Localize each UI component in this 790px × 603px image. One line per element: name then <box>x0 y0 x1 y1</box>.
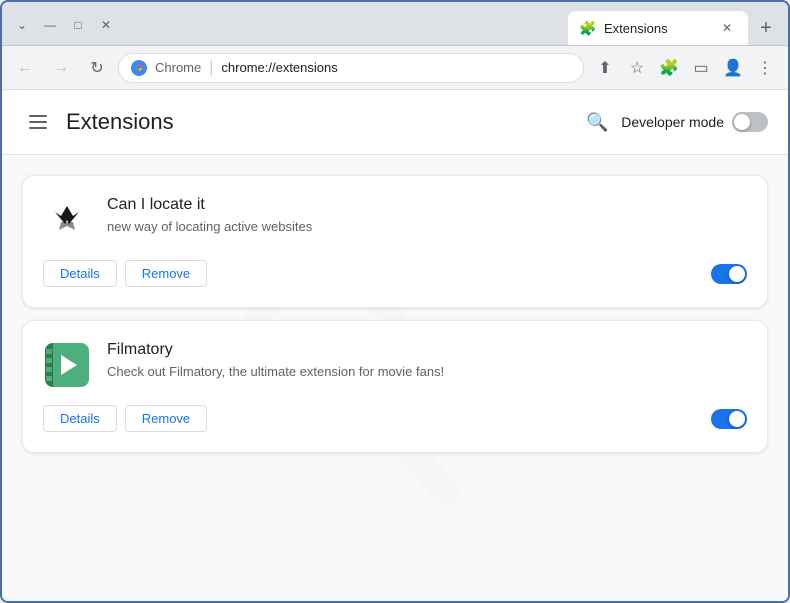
play-icon <box>61 355 77 375</box>
extension-icon <box>43 196 91 244</box>
toggle-on-thumb <box>729 411 745 427</box>
developer-mode-label: Developer mode <box>621 114 724 130</box>
toggle-on-thumb <box>729 266 745 282</box>
menu-icon[interactable]: ⋮ <box>750 53 780 83</box>
film-hole <box>46 349 52 354</box>
reload-button[interactable]: ↻ <box>82 53 112 83</box>
share-icon[interactable]: ⬆ <box>590 53 620 83</box>
remove-button[interactable]: Remove <box>125 405 207 432</box>
card-top: Filmatory Check out Filmatory, the ultim… <box>43 341 747 389</box>
page-title: Extensions <box>66 109 174 135</box>
remove-button[interactable]: Remove <box>125 260 207 287</box>
details-button[interactable]: Details <box>43 405 117 432</box>
dropdown-btn[interactable]: ⌄ <box>10 13 34 37</box>
close-btn[interactable]: ✕ <box>94 13 118 37</box>
hamburger-line-1 <box>29 115 47 117</box>
film-strip <box>45 343 53 387</box>
extension-description: Check out Filmatory, the ultimate extens… <box>107 363 747 381</box>
film-hole <box>46 358 52 363</box>
profile-icon[interactable]: 👤 <box>718 53 748 83</box>
extensions-puzzle-icon[interactable]: 🧩 <box>654 53 684 83</box>
title-bar: ⌄ — □ ✕ 🧩 Extensions ✕ + <box>2 2 788 46</box>
nav-actions: ⬆ ☆ 🧩 ▭ 👤 ⋮ <box>590 53 780 83</box>
extensions-header: Extensions 🔍 Developer mode <box>2 90 788 155</box>
address-bar[interactable]: Chrome | chrome://extensions <box>118 53 584 83</box>
extension-description: new way of locating active websites <box>107 218 747 236</box>
extension-name: Filmatory <box>107 341 747 359</box>
extension-toggle[interactable] <box>711 409 747 429</box>
sidebar-icon[interactable]: ▭ <box>686 53 716 83</box>
nav-bar: ← → ↻ Chrome | chrome://extensions ⬆ ☆ 🧩… <box>2 46 788 90</box>
bookmark-icon[interactable]: ☆ <box>622 53 652 83</box>
hamburger-menu-button[interactable] <box>22 106 54 138</box>
browser-window: ⌄ — □ ✕ 🧩 Extensions ✕ + ← → ↻ <box>0 0 790 603</box>
window-controls: ⌄ — □ ✕ <box>10 13 118 37</box>
page-content: Extensions 🔍 Developer mode riaA.com <box>2 90 788 601</box>
minimize-btn[interactable]: — <box>38 13 62 37</box>
card-bottom: Details Remove <box>43 260 747 287</box>
extension-card: Can I locate it new way of locating acti… <box>22 175 768 308</box>
extension-info: Filmatory Check out Filmatory, the ultim… <box>107 341 747 381</box>
hamburger-line-3 <box>29 127 47 129</box>
film-hole <box>46 376 52 381</box>
back-button[interactable]: ← <box>10 53 40 83</box>
browser-name: Chrome <box>155 60 201 75</box>
maximize-btn[interactable]: □ <box>66 13 90 37</box>
details-button[interactable]: Details <box>43 260 117 287</box>
card-bottom: Details Remove <box>43 405 747 432</box>
forward-button[interactable]: → <box>46 53 76 83</box>
film-hole <box>46 367 52 372</box>
chrome-logo <box>131 60 147 76</box>
browser-tab[interactable]: 🧩 Extensions ✕ <box>568 11 748 45</box>
address-separator: | <box>209 59 213 77</box>
extension-toggle[interactable] <box>711 264 747 284</box>
tab-favicon-icon: 🧩 <box>580 20 596 36</box>
hamburger-line-2 <box>29 121 47 123</box>
extension-card: Filmatory Check out Filmatory, the ultim… <box>22 320 768 453</box>
extension-info: Can I locate it new way of locating acti… <box>107 196 747 236</box>
toggle-thumb <box>734 114 750 130</box>
new-tab-button[interactable]: + <box>752 14 780 42</box>
extensions-list: Can I locate it new way of locating acti… <box>2 155 788 473</box>
extension-name: Can I locate it <box>107 196 747 214</box>
search-button[interactable]: 🔍 <box>581 106 613 138</box>
developer-mode-toggle[interactable] <box>732 112 768 132</box>
card-top: Can I locate it new way of locating acti… <box>43 196 747 244</box>
filmatory-icon <box>45 343 89 387</box>
extension-icon <box>43 341 91 389</box>
url-text: chrome://extensions <box>221 60 337 75</box>
tab-title: Extensions <box>604 21 710 36</box>
tab-close-icon[interactable]: ✕ <box>718 19 736 37</box>
